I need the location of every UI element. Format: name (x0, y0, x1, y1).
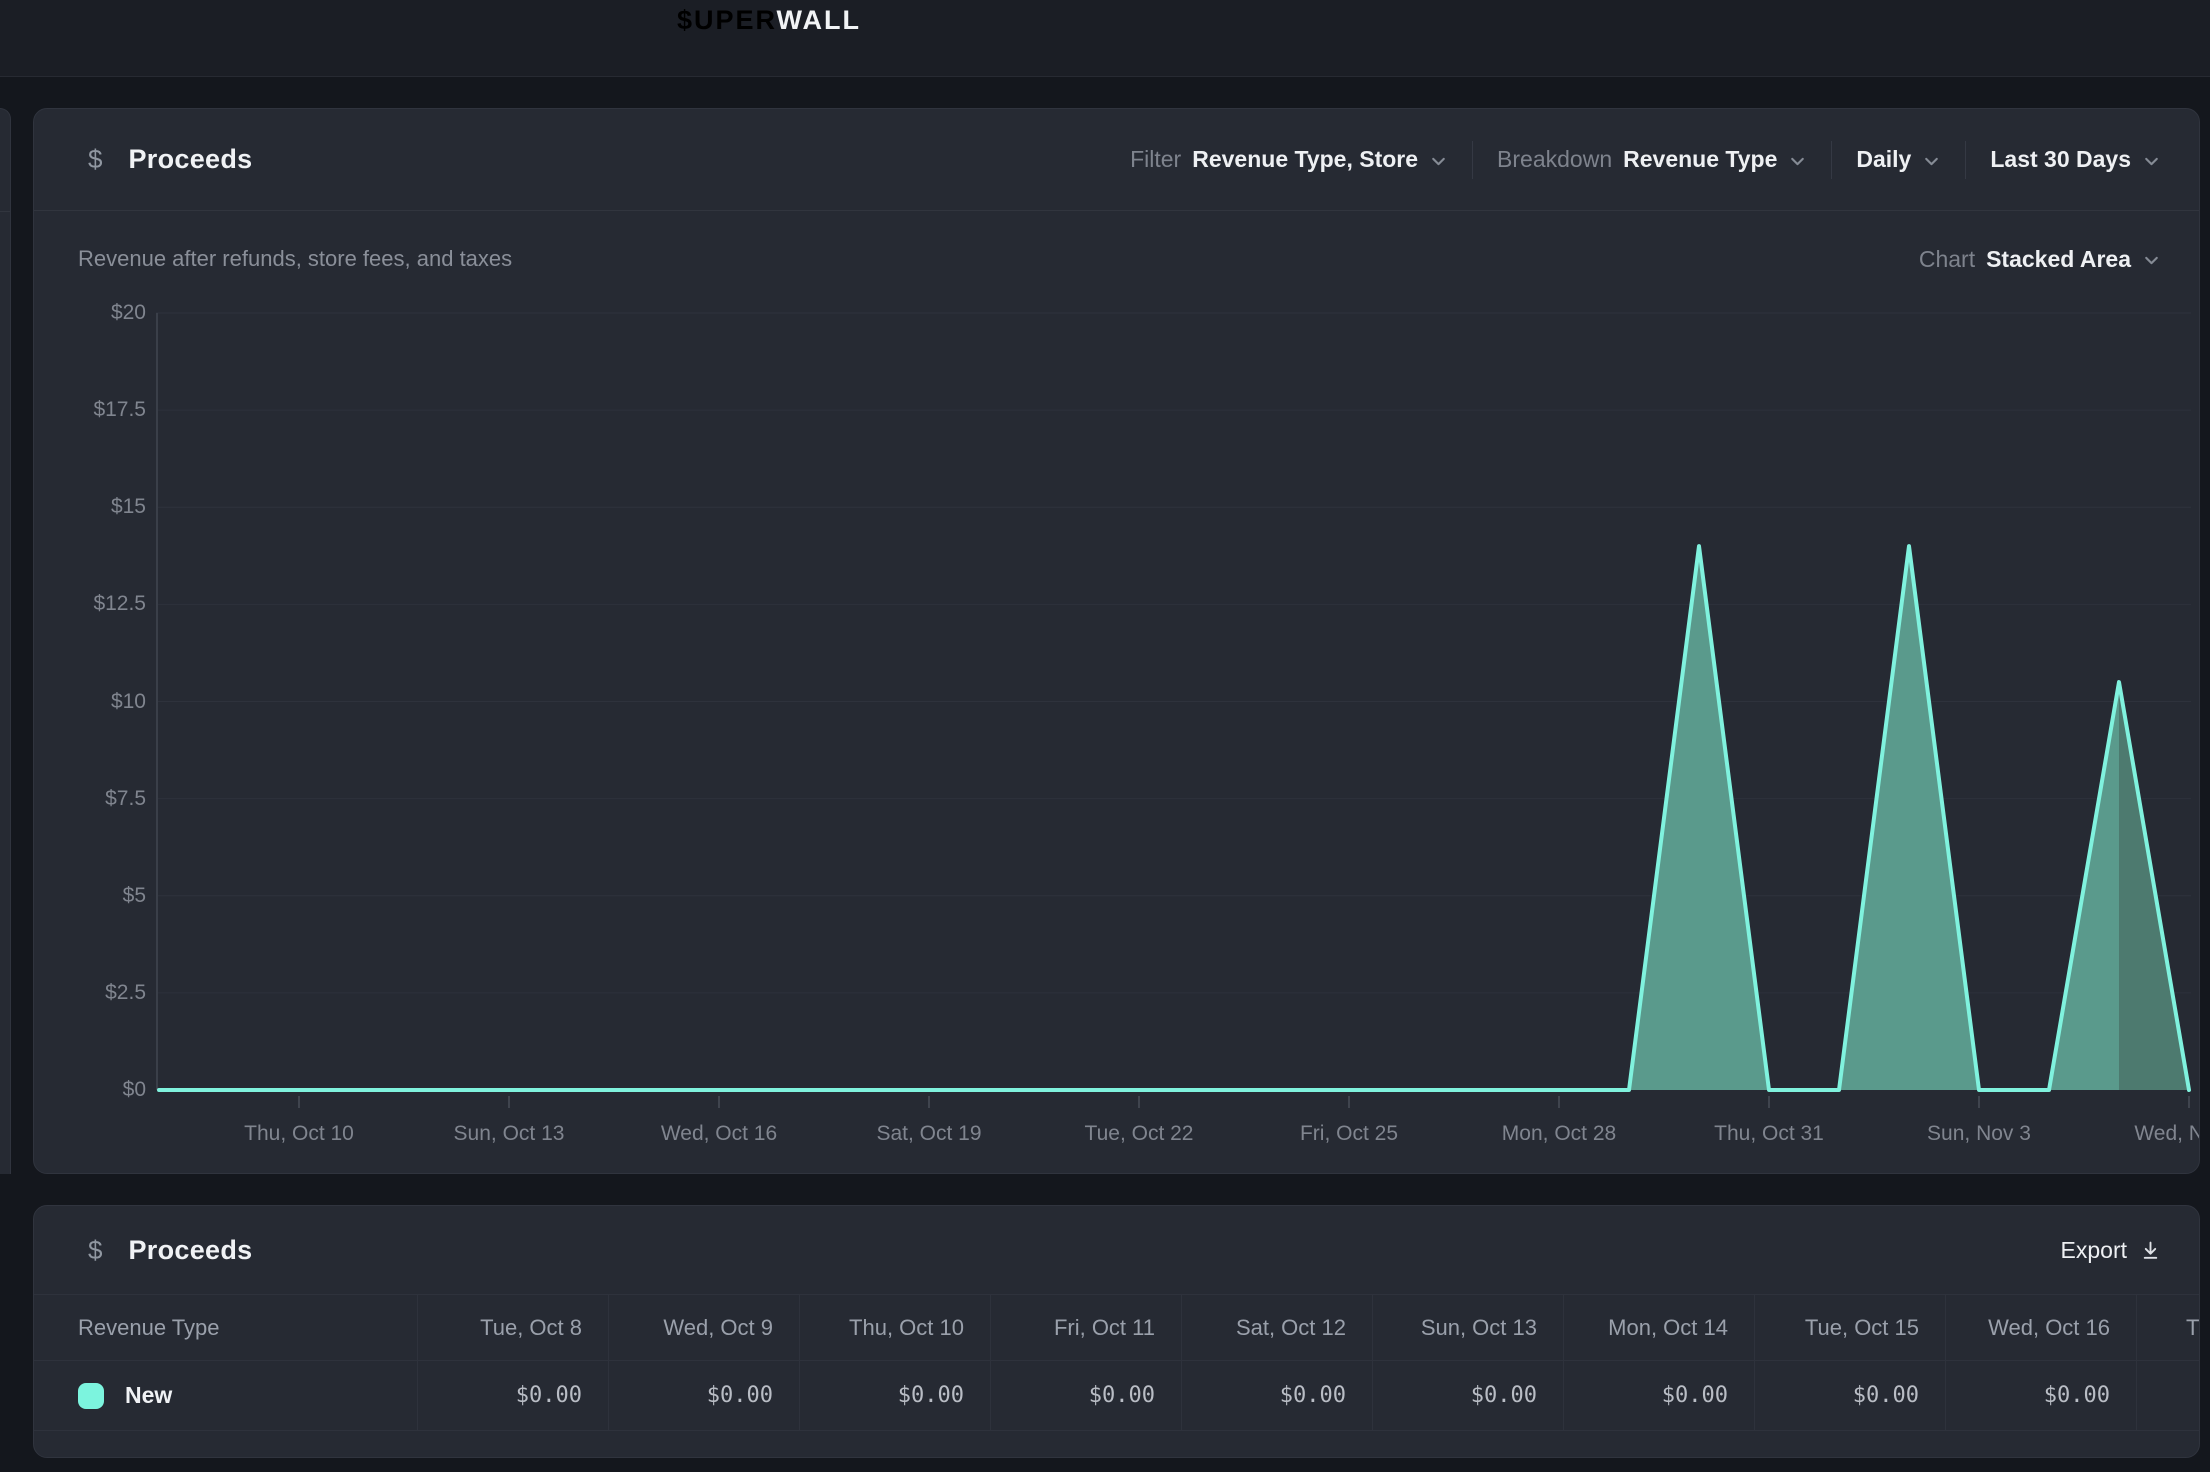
column-header-date: Thu, Oct 10 (799, 1295, 990, 1360)
value-cell: $0.00 (608, 1361, 799, 1430)
value-cell: $0.00 (1563, 1361, 1754, 1430)
x-axis-tick-label: Fri, Oct 25 (1239, 1122, 1459, 1146)
y-axis-tick-label: $17.5 (58, 397, 146, 423)
y-axis-labels: $0$2.5$5$7.5$10$12.5$15$17.5$20 (58, 306, 146, 1116)
chevron-down-icon (1922, 152, 1941, 171)
x-axis-tick-label: Wed, Nov 6 (2079, 1122, 2200, 1146)
value-cell: $0.00 (1372, 1361, 1563, 1430)
row-label: New (125, 1382, 172, 1409)
chart-type-value: Stacked Area (1986, 246, 2131, 273)
proceeds-chart-card: $ Proceeds Filter Revenue Type, Store Br… (33, 108, 2200, 1174)
x-axis-tick-label: Thu, Oct 10 (189, 1122, 409, 1146)
controls-divider (1965, 141, 1966, 179)
y-axis-tick-label: $10 (58, 689, 146, 715)
superwall-logo[interactable]: $UPERWALL (677, 0, 861, 40)
y-axis-tick-label: $0 (58, 1077, 146, 1103)
value-cell: $0.00 (799, 1361, 990, 1430)
value-cell: $0.00 (417, 1361, 608, 1430)
date-range-value: Last 30 Days (1990, 146, 2131, 173)
area-fill (159, 546, 2189, 1090)
table-card-header: $ Proceeds Export (34, 1206, 2199, 1294)
y-axis-tick-label: $5 (58, 883, 146, 909)
x-axis-tick-label: Mon, Oct 28 (1449, 1122, 1669, 1146)
chart-area: $0$2.5$5$7.5$10$12.5$15$17.5$20 Thu, Oct… (58, 306, 2198, 1174)
chevron-down-icon (1429, 152, 1448, 171)
x-axis-tick-label: Thu, Oct 31 (1659, 1122, 1879, 1146)
proceeds-table-card: $ Proceeds Export Revenue TypeTue, Oct 8… (33, 1205, 2200, 1458)
value-cell: $0.00 (1754, 1361, 1945, 1430)
value-cell: $0.00 (1181, 1361, 1372, 1430)
top-nav-bar: $UPERWALL (0, 0, 2210, 77)
breakdown-label: Breakdown (1497, 146, 1612, 173)
y-axis-tick-label: $15 (58, 494, 146, 520)
adjacent-card-divider (0, 211, 10, 212)
breakdown-value: Revenue Type (1623, 146, 1777, 173)
export-button[interactable]: Export (2061, 1237, 2161, 1264)
logo-accent: $UPER (677, 5, 777, 35)
controls-divider (1472, 141, 1473, 179)
chart-type-dropdown[interactable]: Chart Stacked Area (1919, 246, 2161, 273)
chart-subtitle: Revenue after refunds, store fees, and t… (78, 246, 512, 272)
column-header-date: Tue, Oct 15 (1754, 1295, 1945, 1360)
filter-value: Revenue Type, Store (1192, 146, 1418, 173)
column-header-date: Tue, Oct 8 (417, 1295, 608, 1360)
y-axis-tick-label: $20 (58, 300, 146, 326)
column-header-revenue-type: Revenue Type (34, 1295, 417, 1360)
chart-type-label: Chart (1919, 246, 1975, 273)
chevron-down-icon (2142, 152, 2161, 171)
proceeds-table: Revenue TypeTue, Oct 8Wed, Oct 9Thu, Oct… (34, 1294, 2199, 1431)
row-label-cell: New (34, 1361, 417, 1430)
column-header-date: Sat, Oct 12 (1181, 1295, 1372, 1360)
proceeds-chart-svg[interactable] (156, 306, 2191, 1116)
y-axis-tick-label: $2.5 (58, 980, 146, 1006)
chevron-down-icon (2142, 251, 2161, 270)
breakdown-dropdown[interactable]: Breakdown Revenue Type (1497, 146, 1807, 173)
export-label: Export (2061, 1237, 2127, 1264)
chart-subtitle-row: Revenue after refunds, store fees, and t… (34, 237, 2199, 281)
download-icon (2140, 1240, 2161, 1261)
column-header-date: Wed, Oct 9 (608, 1295, 799, 1360)
y-axis-tick-label: $12.5 (58, 591, 146, 617)
dollar-icon: $ (88, 1235, 102, 1266)
dollar-icon: $ (88, 144, 102, 175)
y-axis-tick-label: $7.5 (58, 786, 146, 812)
granularity-value: Daily (1856, 146, 1911, 173)
column-header-date: Thu, Oct 17 (2136, 1295, 2200, 1360)
granularity-dropdown[interactable]: Daily (1856, 146, 1941, 173)
x-axis-tick-label: Sun, Nov 3 (1869, 1122, 2089, 1146)
table-card-title: Proceeds (128, 1235, 252, 1266)
filter-dropdown[interactable]: Filter Revenue Type, Store (1130, 146, 1448, 173)
value-cell: $0.00 (990, 1361, 1181, 1430)
x-axis-tick-label: Tue, Oct 22 (1029, 1122, 1249, 1146)
dashboard-page: $UPERWALL $ Proceeds Filter Revenue Type… (0, 0, 2210, 1472)
value-cell: $0.00 (2136, 1361, 2200, 1430)
date-range-dropdown[interactable]: Last 30 Days (1990, 146, 2161, 173)
column-header-date: Fri, Oct 11 (990, 1295, 1181, 1360)
logo-rest: WALL (777, 5, 861, 35)
controls-divider (1831, 141, 1832, 179)
chart-header-controls: Filter Revenue Type, Store Breakdown Rev… (1130, 141, 2161, 179)
x-axis-tick-label: Sun, Oct 13 (399, 1122, 619, 1146)
x-axis-tick-label: Wed, Oct 16 (609, 1122, 829, 1146)
series-swatch (78, 1383, 104, 1409)
filter-label: Filter (1130, 146, 1181, 173)
table-body: New$0.00$0.00$0.00$0.00$0.00$0.00$0.00$0… (34, 1361, 2199, 1431)
column-header-date: Mon, Oct 14 (1563, 1295, 1754, 1360)
chart-card-header: $ Proceeds Filter Revenue Type, Store Br… (34, 109, 2199, 211)
table-row[interactable]: New$0.00$0.00$0.00$0.00$0.00$0.00$0.00$0… (34, 1361, 2199, 1431)
chart-card-title: Proceeds (128, 144, 252, 175)
value-cell: $0.00 (1945, 1361, 2136, 1430)
chevron-down-icon (1788, 152, 1807, 171)
x-axis-tick-label: Sat, Oct 19 (819, 1122, 1039, 1146)
column-header-date: Wed, Oct 16 (1945, 1295, 2136, 1360)
column-header-date: Sun, Oct 13 (1372, 1295, 1563, 1360)
adjacent-card-edge (0, 108, 11, 1174)
table-header-row: Revenue TypeTue, Oct 8Wed, Oct 9Thu, Oct… (34, 1294, 2199, 1361)
